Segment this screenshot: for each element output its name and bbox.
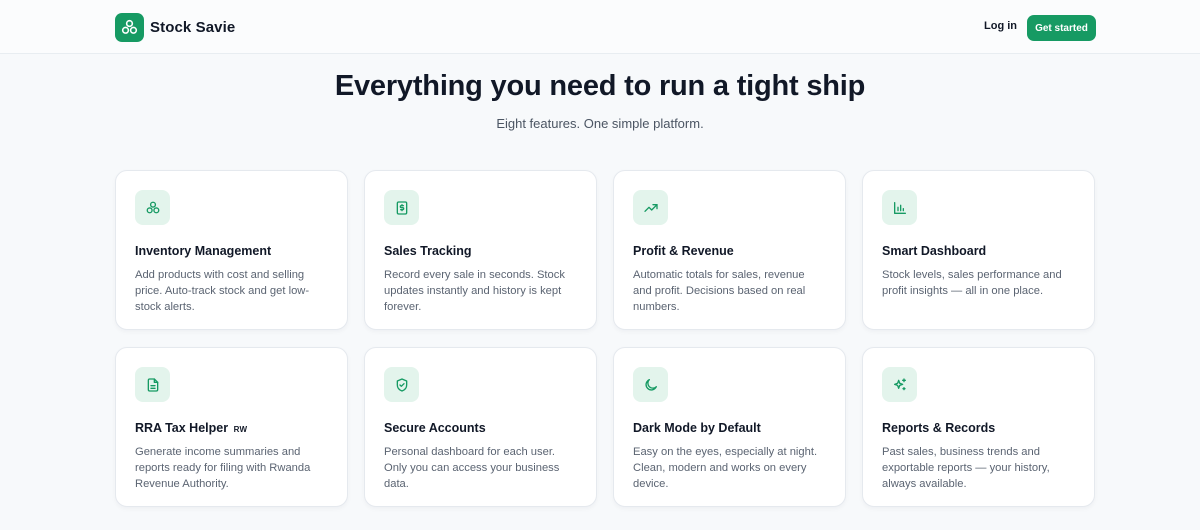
moon-icon [633,367,668,402]
feature-title: Reports & Records [882,421,996,435]
feature-description: Personal dashboard for each user. Only y… [384,446,560,490]
feature-card-reports: Reports & Records Past sales, business t… [862,347,1095,507]
feature-description: Automatic totals for sales, revenue and … [633,269,806,313]
brand[interactable]: Stock Savie [115,13,235,42]
get-started-button[interactable]: Get started [1027,15,1096,41]
feature-card-dark-mode: Dark Mode by Default Easy on the eyes, e… [613,347,846,507]
inventory-icon [135,190,170,225]
feature-title: Secure Accounts [384,421,486,435]
bar-chart-icon [882,190,917,225]
shield-check-icon [384,367,419,402]
feature-description: Record every sale in seconds. Stock upda… [384,269,565,313]
feature-card-profit: Profit & Revenue Automatic totals for sa… [613,170,846,330]
feature-card-security: Secure Accounts Personal dashboard for e… [364,347,597,507]
login-link[interactable]: Log in [984,20,1017,32]
feature-description: Stock levels, sales performance and prof… [882,269,1062,297]
feature-title: Inventory Management [135,244,272,258]
trending-up-icon [633,190,668,225]
sparkles-icon [882,367,917,402]
brand-name: Stock Savie [150,19,236,36]
top-navbar: Stock Savie Log in Get started [0,0,1200,54]
feature-title: Smart Dashboard [882,244,987,258]
feature-description: Generate income summaries and reports re… [135,446,311,490]
feature-card-dashboard: Smart Dashboard Stock levels, sales perf… [862,170,1095,330]
country-tag: RW [233,425,248,434]
features-grid: Inventory Management Add products with c… [115,170,1096,507]
feature-title-text: RRA Tax Helper [135,421,229,435]
page-subtitle: Eight features. One simple platform. [496,116,704,131]
feature-card-inventory: Inventory Management Add products with c… [115,170,348,330]
document-icon [135,367,170,402]
page-title: Everything you need to run a tight ship [334,70,866,102]
brand-logo-icon [115,13,144,42]
feature-card-sales: Sales Tracking Record every sale in seco… [364,170,597,330]
receipt-icon [384,190,419,225]
feature-title: Profit & Revenue [633,244,734,258]
feature-description: Add products with cost and selling price… [135,269,310,313]
feature-title: RRA Tax Helper RW [135,421,328,435]
feature-title: Dark Mode by Default [633,421,761,435]
feature-title: Sales Tracking [384,244,472,258]
feature-description: Past sales, business trends and exportab… [882,446,1050,490]
feature-description: Easy on the eyes, especially at night. C… [633,446,818,490]
feature-card-tax: RRA Tax Helper RW Generate income summar… [115,347,348,507]
